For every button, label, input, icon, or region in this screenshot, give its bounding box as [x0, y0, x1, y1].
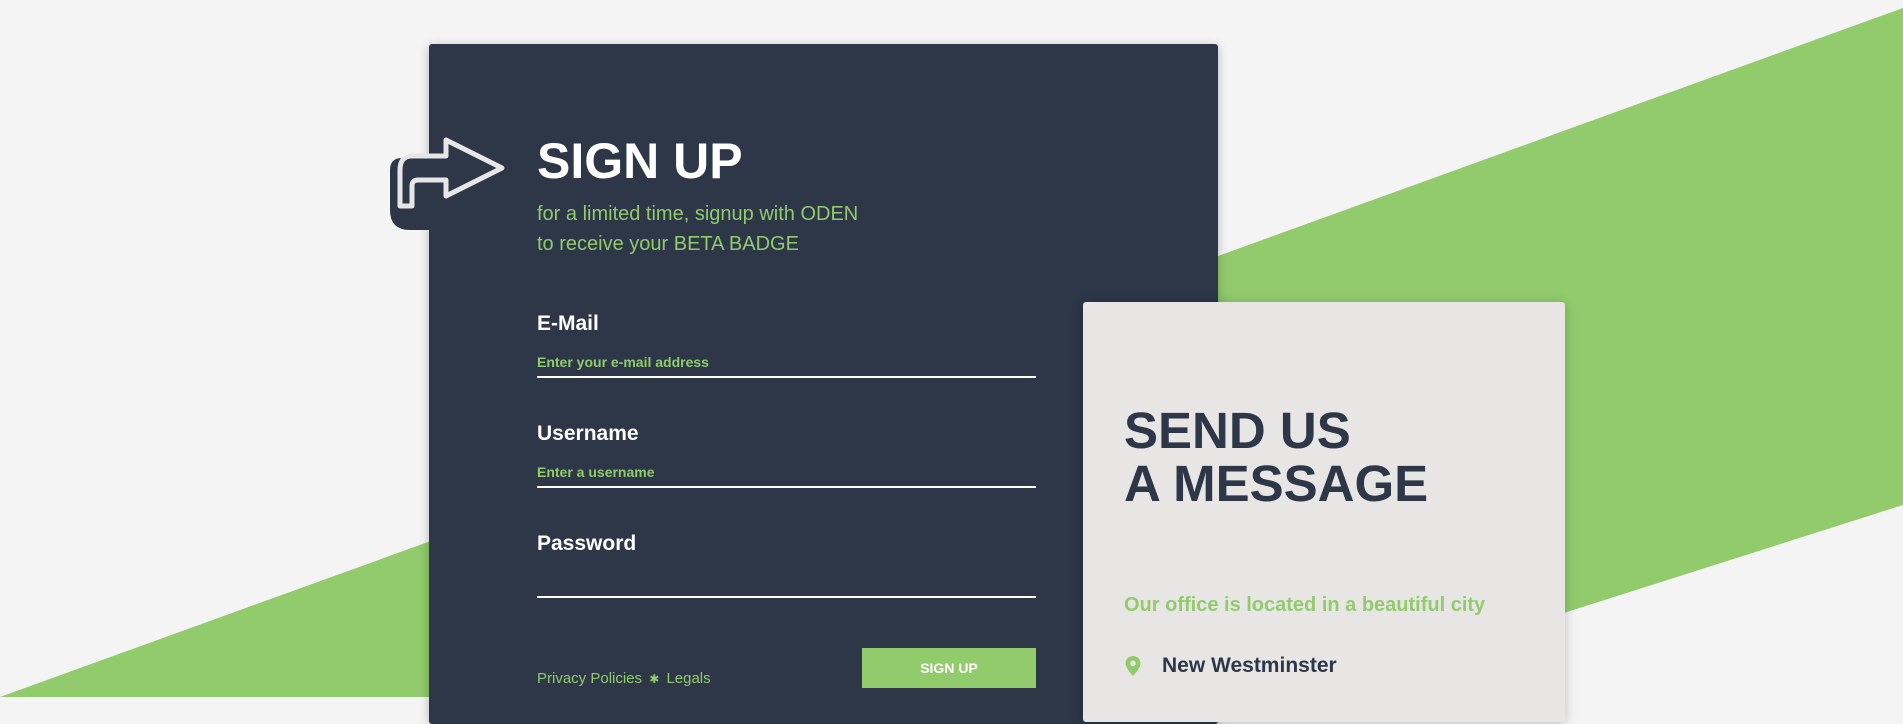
location-row: New Westminster [1124, 653, 1337, 679]
message-title-line-1: SEND US [1124, 402, 1351, 459]
message-title-line-2: A MESSAGE [1124, 455, 1429, 512]
email-label: E-Mail [537, 312, 599, 335]
username-field[interactable] [537, 458, 1036, 488]
signup-subtitle: for a limited time, signup with ODEN to … [537, 199, 957, 259]
asterisk-icon: ✱ [649, 672, 660, 686]
footer-links: Privacy Policies ✱ Legals [537, 669, 711, 689]
signup-subtitle-line-2: to receive your BETA BADGE [537, 233, 799, 255]
signup-button[interactable]: SIGN UP [862, 648, 1036, 688]
message-title: SEND US A MESSAGE [1124, 404, 1428, 510]
email-field[interactable] [537, 348, 1036, 378]
username-label: Username [537, 422, 639, 445]
legals-link[interactable]: Legals [666, 670, 710, 687]
map-pin-icon [1125, 656, 1141, 676]
office-location-text: Our office is located in a beautiful cit… [1124, 594, 1486, 616]
location-city: New Westminster [1162, 654, 1337, 677]
privacy-policies-link[interactable]: Privacy Policies [537, 670, 642, 687]
signup-subtitle-line-1: for a limited time, signup with ODEN [537, 203, 859, 225]
message-card: SEND US A MESSAGE Our office is located … [1083, 302, 1565, 722]
password-field[interactable] [537, 568, 1036, 598]
password-label: Password [537, 532, 637, 555]
signup-title: SIGN UP [537, 133, 743, 189]
arrow-right-icon [390, 137, 505, 230]
